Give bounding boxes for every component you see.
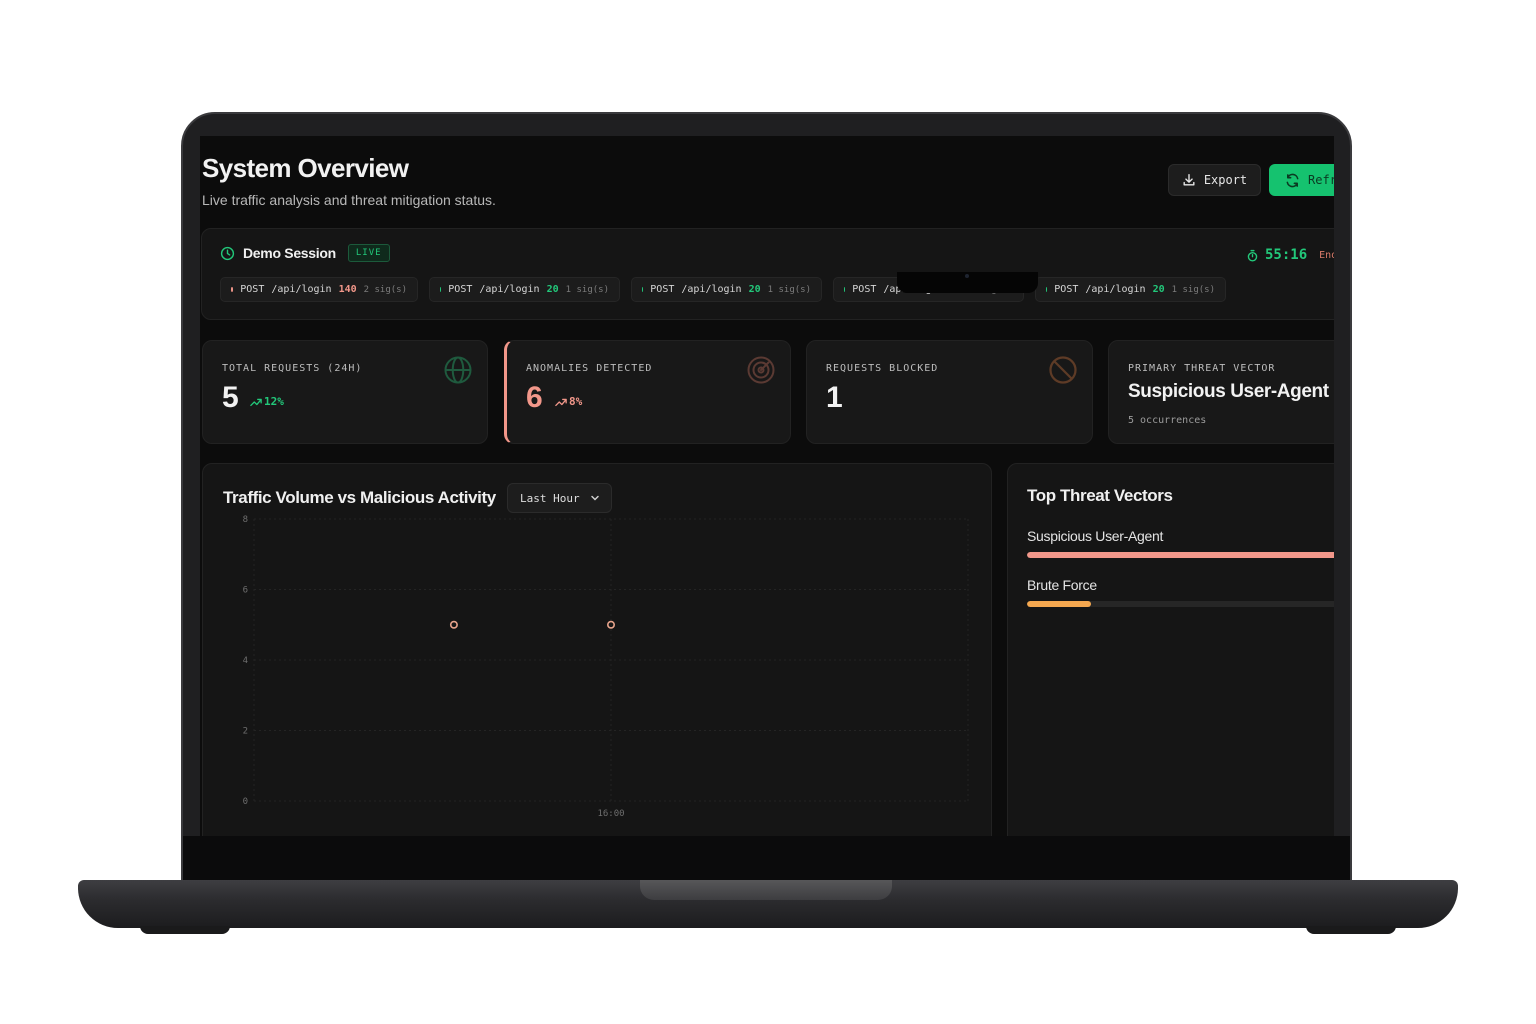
vector-item: Suspicious User-Agent	[1027, 528, 1334, 558]
anomalies-label: ANOMALIES DETECTED	[526, 363, 653, 374]
timer-value: 55:16	[1265, 247, 1308, 263]
vector-bar-fill	[1027, 552, 1334, 558]
top-threat-vectors-panel: Top Threat Vectors Suspicious User-Agent…	[1007, 463, 1334, 836]
demo-session-panel: Demo Session LIVE 55:16 End POST/api/log…	[201, 228, 1334, 320]
x-tick-label: 16:00	[597, 809, 624, 819]
y-tick-label: 4	[243, 656, 248, 666]
request-method: POST	[1054, 284, 1079, 295]
trend-up-icon	[250, 398, 262, 406]
request-code: 20	[1152, 284, 1165, 295]
refresh-button[interactable]: Refr	[1269, 164, 1334, 196]
traffic-chart: 0 2 4 6 8 16:00	[243, 515, 969, 819]
request-path: /api/login	[681, 284, 742, 295]
request-method: POST	[448, 284, 473, 295]
refresh-label: Refr	[1308, 173, 1334, 187]
end-session-button[interactable]: End	[1319, 250, 1334, 261]
total-requests-label: TOTAL REQUESTS (24H)	[222, 363, 363, 374]
screen: System Overview Live traffic analysis an…	[200, 136, 1334, 836]
request-code: 20	[748, 284, 761, 295]
vector-item: Brute Force	[1027, 577, 1334, 607]
vector-bar-track	[1027, 552, 1334, 558]
radar-icon	[747, 356, 775, 384]
session-name: Demo Session	[243, 245, 336, 261]
status-dot	[231, 287, 234, 292]
clock-icon	[220, 246, 235, 260]
page-title: System Overview	[202, 153, 409, 183]
stopwatch-icon	[1247, 249, 1258, 261]
primary-threat-label: PRIMARY THREAT VECTOR	[1128, 363, 1276, 374]
request-path: /api/login	[271, 284, 332, 295]
request-signatures: 1 sig(s)	[767, 284, 811, 295]
request-method: POST	[240, 284, 265, 295]
laptop-foot-left	[140, 926, 230, 934]
primary-threat-value: Suspicious User-Agent	[1128, 381, 1329, 402]
vectors-title: Top Threat Vectors	[1027, 486, 1173, 505]
export-button[interactable]: Export	[1168, 164, 1261, 196]
request-item[interactable]: POST/api/login 20 1 sig(s)	[1035, 277, 1226, 302]
request-item[interactable]: POST/api/login 20 1 sig(s)	[429, 277, 620, 302]
primary-threat-vector-card: PRIMARY THREAT VECTOR Suspicious User-Ag…	[1108, 340, 1334, 444]
anomalies-value: 6	[526, 381, 543, 414]
y-tick-label: 2	[243, 727, 248, 737]
request-signatures: 1 sig(s)	[565, 284, 609, 295]
export-label: Export	[1203, 173, 1248, 187]
request-code: 140	[338, 284, 357, 295]
request-item[interactable]: POST/api/login 140 2 sig(s)	[220, 277, 418, 302]
total-requests-trend: 12%	[250, 395, 284, 408]
primary-threat-occurrences: 5 occurrences	[1128, 415, 1207, 426]
request-code: 20	[546, 284, 559, 295]
total-requests-value: 5	[222, 381, 239, 414]
anomalies-trend: 8%	[555, 395, 582, 408]
request-signatures: 1 sig(s)	[1171, 284, 1215, 295]
data-point	[449, 620, 458, 629]
y-tick-label: 8	[243, 515, 248, 525]
status-dot	[440, 287, 442, 292]
laptop-chin	[183, 836, 1350, 882]
ban-icon	[1049, 356, 1077, 384]
request-path: /api/login	[479, 284, 540, 295]
vector-label: Suspicious User-Agent	[1027, 528, 1164, 544]
camera-notch	[897, 272, 1038, 293]
laptop-opening-notch	[640, 880, 892, 900]
request-signatures: 2 sig(s)	[363, 284, 407, 295]
request-method: POST	[650, 284, 675, 295]
refresh-icon	[1286, 173, 1299, 187]
status-dot	[844, 287, 846, 292]
trend-up-icon	[555, 398, 567, 406]
total-requests-trend-value: 12%	[264, 395, 284, 408]
laptop-foot-right	[1306, 926, 1396, 934]
total-requests-card: TOTAL REQUESTS (24H) 5 12%	[202, 340, 488, 444]
download-icon	[1183, 174, 1195, 186]
globe-icon	[444, 356, 472, 384]
requests-blocked-value: 1	[826, 381, 843, 414]
session-title: Demo Session LIVE	[220, 244, 390, 262]
request-item[interactable]: POST/api/login 20 1 sig(s)	[631, 277, 822, 302]
data-point	[606, 620, 615, 629]
traffic-chart-panel: Traffic Volume vs Malicious Activity Las…	[202, 463, 992, 836]
vector-bar-track	[1027, 601, 1334, 607]
request-method: POST	[852, 284, 877, 295]
y-tick-label: 0	[243, 797, 248, 807]
page-subtitle: Live traffic analysis and threat mitigat…	[202, 192, 496, 208]
vector-label: Brute Force	[1027, 577, 1097, 593]
live-badge: LIVE	[347, 244, 390, 262]
vector-bar-fill	[1027, 601, 1091, 607]
status-dot	[1046, 287, 1048, 292]
requests-blocked-card: REQUESTS BLOCKED 1	[806, 340, 1093, 444]
requests-blocked-label: REQUESTS BLOCKED	[826, 363, 939, 374]
request-path: /api/login	[1085, 284, 1146, 295]
anomalies-trend-value: 8%	[569, 395, 583, 408]
session-timer: 55:16 End	[1246, 247, 1334, 263]
status-dot	[642, 287, 644, 292]
anomalies-card: ANOMALIES DETECTED 6 8%	[504, 340, 791, 444]
y-tick-label: 6	[243, 586, 248, 596]
